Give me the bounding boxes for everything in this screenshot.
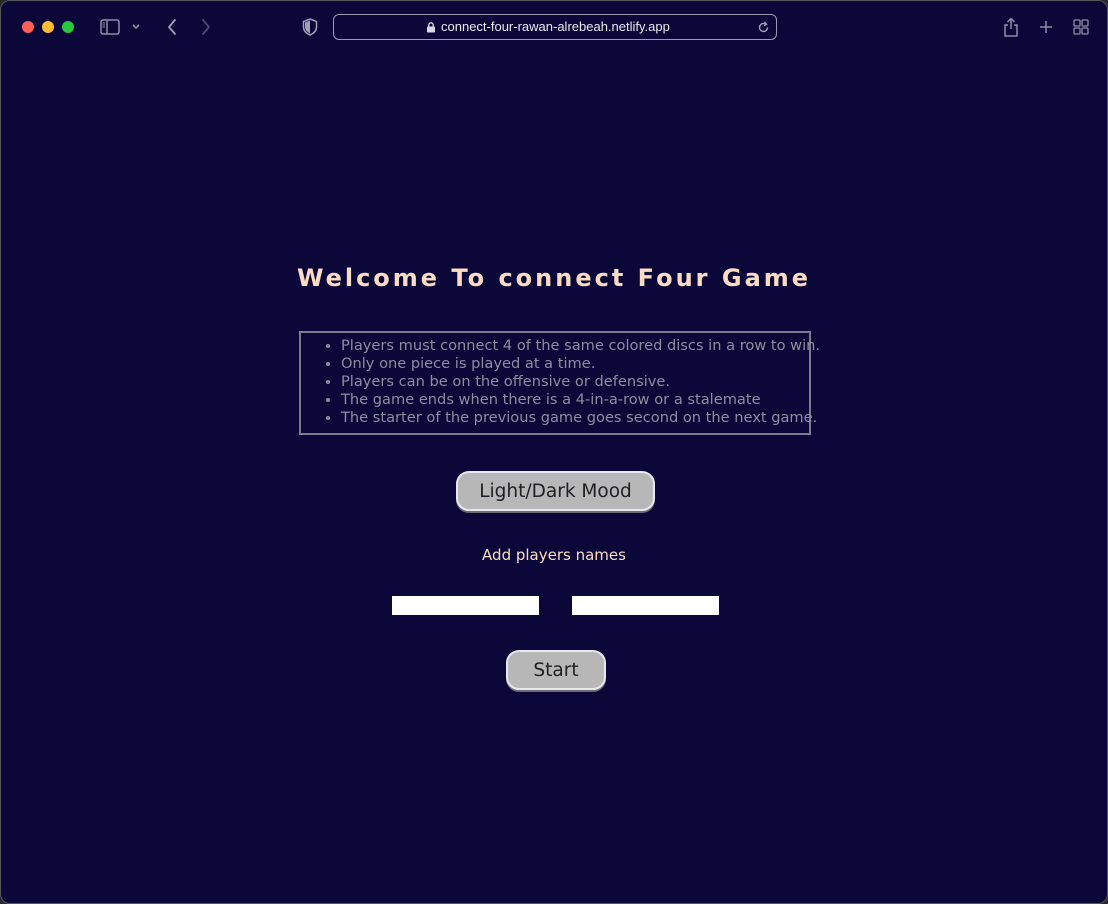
reload-icon[interactable] (757, 21, 770, 34)
player-two-name-input[interactable] (572, 596, 719, 615)
rules-list: Players must connect 4 of the same color… (301, 337, 820, 427)
chevron-right-icon[interactable] (197, 17, 215, 37)
browser-toolbar: connect-four-rawan-alrebeah.netlify.app (1, 1, 1107, 54)
lock-icon (427, 22, 435, 33)
rule-item: Only one piece is played at a time. (341, 355, 809, 373)
minimize-window-button[interactable] (42, 21, 54, 33)
url-text: connect-four-rawan-alrebeah.netlify.app (441, 19, 670, 34)
light-dark-mode-button[interactable]: Light/Dark Mood (456, 471, 655, 511)
chevron-left-icon[interactable] (163, 17, 181, 37)
share-icon[interactable] (1001, 15, 1021, 39)
players-names-label: Add players names (482, 546, 626, 564)
start-button[interactable]: Start (506, 650, 606, 690)
rule-item: The starter of the previous game goes se… (341, 409, 817, 427)
chevron-down-icon[interactable] (130, 21, 142, 33)
rules-box: Players must connect 4 of the same color… (299, 331, 820, 435)
rule-item: Players must connect 4 of the same color… (341, 337, 820, 355)
page-title: Welcome To connect Four Game (296, 264, 812, 292)
browser-window: connect-four-rawan-alrebeah.netlify.app … (0, 0, 1108, 904)
rule-item: Players can be on the offensive or defen… (341, 373, 809, 391)
shield-icon[interactable] (301, 17, 319, 37)
player-one-name-input[interactable] (392, 596, 539, 615)
page-content: Welcome To connect Four Game Players mus… (1, 54, 1107, 903)
rule-item: The game ends when there is a 4-in-a-row… (341, 391, 809, 409)
grid-icon[interactable] (1072, 18, 1090, 36)
sidebar-icon[interactable] (99, 17, 121, 37)
plus-icon[interactable] (1037, 17, 1055, 37)
zoom-window-button[interactable] (62, 21, 74, 33)
address-bar[interactable]: connect-four-rawan-alrebeah.netlify.app (333, 14, 777, 40)
close-window-button[interactable] (22, 21, 34, 33)
